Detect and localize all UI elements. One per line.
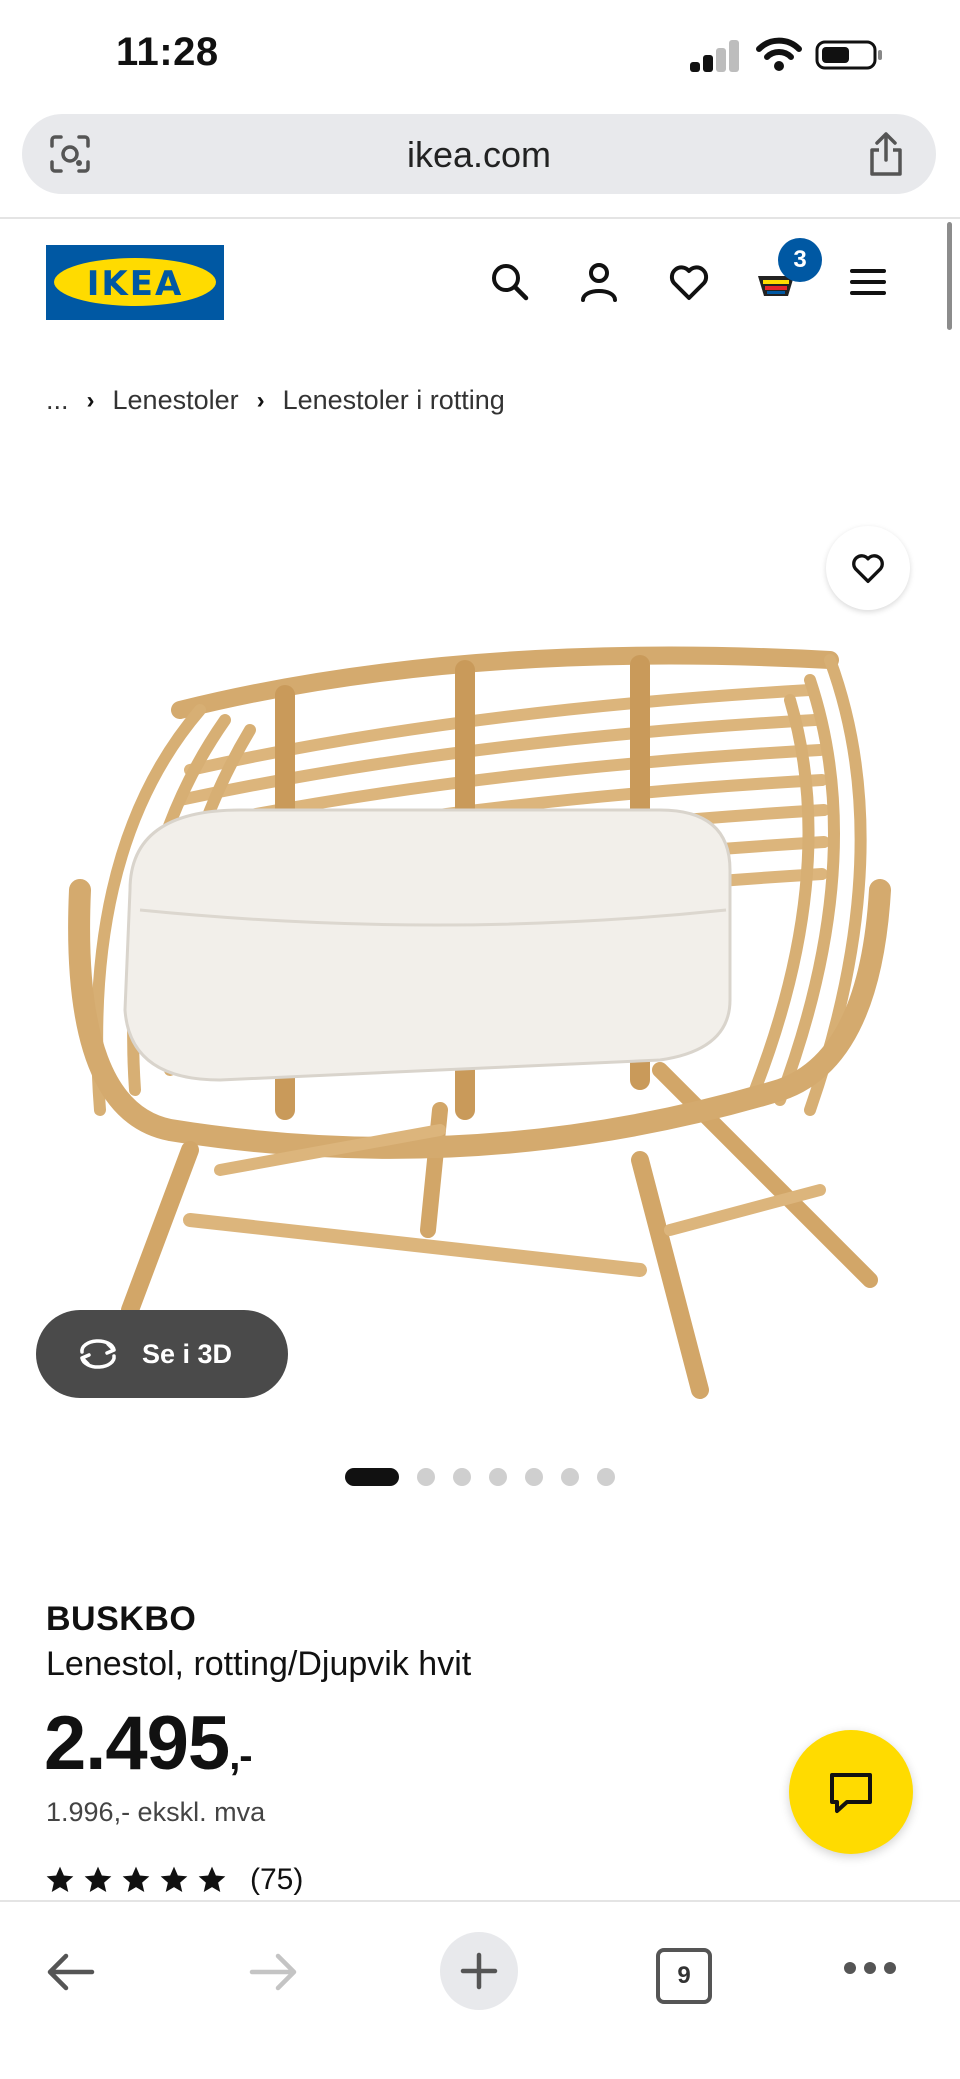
rating-count[interactable]: (75) [250, 1863, 303, 1897]
carousel-dot[interactable] [453, 1468, 471, 1486]
carousel-dot[interactable] [561, 1468, 579, 1486]
price-ex-vat: 1.996,- ekskl. mva [46, 1797, 266, 1827]
plus-icon [460, 1952, 498, 1990]
user-icon[interactable] [575, 258, 623, 306]
ikea-logo[interactable]: IKEA [46, 245, 224, 320]
rotate-3d-icon [80, 1339, 116, 1369]
carousel-dot[interactable] [525, 1468, 543, 1486]
breadcrumb: ... › Lenestoler › Lenestoler i rotting [46, 385, 505, 416]
heart-icon [852, 554, 884, 583]
forward-arrow-icon[interactable] [248, 1948, 300, 1996]
carousel-dot[interactable] [597, 1468, 615, 1486]
product-rating[interactable]: (75) [44, 1863, 303, 1897]
status-time: 11:28 [116, 30, 219, 74]
heart-icon[interactable] [665, 258, 713, 306]
chevron-right-icon: › [256, 386, 265, 414]
scrollbar[interactable] [947, 222, 952, 330]
logo-text: IKEA [86, 264, 184, 304]
url-text[interactable]: ikea.com [22, 134, 936, 176]
product-description: Lenestol, rotting/Djupvik hvit [46, 1645, 472, 1683]
image-carousel-indicator[interactable] [0, 1468, 960, 1486]
star-icon [84, 1866, 112, 1892]
breadcrumb-lenestoler[interactable]: Lenestoler [113, 385, 239, 416]
search-icon[interactable] [486, 258, 534, 306]
star-icon [46, 1866, 74, 1892]
chevron-right-icon: › [86, 386, 95, 414]
back-arrow-icon[interactable] [44, 1948, 96, 1996]
battery-icon [815, 40, 882, 70]
carousel-dot[interactable] [345, 1468, 399, 1486]
signal-icon [690, 38, 740, 72]
chat-button[interactable] [789, 1730, 913, 1854]
view-in-3d-button[interactable]: Se i 3D [36, 1310, 288, 1398]
chat-icon [830, 1773, 872, 1813]
wifi-icon [756, 37, 802, 71]
rating-stars [44, 1864, 234, 1896]
price-value: 2.495 [44, 1701, 230, 1786]
share-icon[interactable] [866, 130, 906, 178]
divider [0, 217, 960, 219]
url-bar[interactable]: ikea.com [22, 114, 936, 194]
add-to-favourites-button[interactable] [826, 526, 910, 610]
star-icon [198, 1866, 226, 1892]
breadcrumb-lenestoler-i-rotting[interactable]: Lenestoler i rotting [283, 385, 505, 416]
new-tab-button[interactable] [440, 1932, 518, 2010]
tabs-button[interactable]: 9 [656, 1948, 712, 2004]
product-image[interactable] [40, 470, 920, 1430]
product-price: 2.495,- [44, 1700, 253, 1787]
price-suffix: ,- [229, 1734, 252, 1778]
view-in-3d-label: Se i 3D [142, 1339, 233, 1369]
menu-icon[interactable] [844, 258, 892, 306]
breadcrumb-ellipsis[interactable]: ... [46, 385, 69, 416]
product-name: BUSKBO [46, 1600, 197, 1638]
carousel-dot[interactable] [417, 1468, 435, 1486]
star-icon [122, 1866, 150, 1892]
star-icon [160, 1866, 188, 1892]
cart-count-badge: 3 [778, 238, 822, 282]
carousel-dot[interactable] [489, 1468, 507, 1486]
more-icon[interactable] [842, 1958, 898, 1978]
browser-toolbar: 9 [0, 1900, 960, 2079]
